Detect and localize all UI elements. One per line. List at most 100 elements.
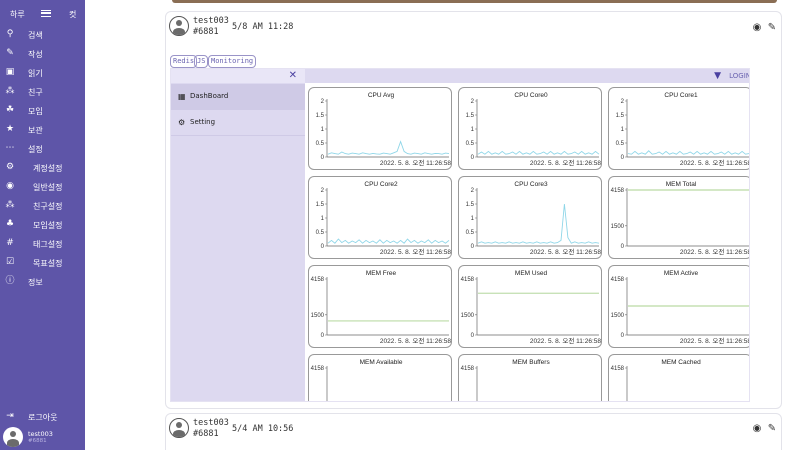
app-root: 하루 컷 ⚲ 검색 ✎ 작성 ▣ 읽기 ⁂ 친구 ☘ 모임 ★ 보관 ⋯ 설정 ⚙ 계정설정 ◉ 일반설정 ⁂ 친구설… [0,0,800,450]
dashboard-sidebar-header: ✕ [171,69,305,83]
sidebar-item-8[interactable]: ◉ 일반설정 [0,178,85,197]
sidebar-home-link[interactable]: 하루 [10,9,25,20]
series-line [327,140,450,155]
chart-svg: CPU Core3 2 1.5 1 0.5 0 2022. 5. 8. 오전 11:26:5… [466,181,601,256]
y-tick-label: 0 [471,155,475,161]
chart-card: MEM Used 4158 1500 0 2022. 5. 8. 오전 11:26:58 [458,265,602,348]
x-axis-timestamp: 2022. 5. 8. 오전 11:26:58 [380,158,451,167]
sidebar-item-6[interactable]: ⋯ 설정 [0,140,85,159]
main-feed: test003 #6881 5/8 AM 11:28 ◉ ✎ Redis JS … [85,0,800,450]
y-tick-label: 0 [621,244,625,250]
y-tick-label: 1.5 [466,113,475,119]
y-tick-label: 0.5 [466,141,475,147]
y-tick-label: 2 [321,99,325,105]
y-tick-label: 0.5 [316,141,325,147]
post-avatar[interactable] [169,16,189,36]
chart-title: MEM Cached [661,359,701,366]
eye-icon[interactable]: ◉ [751,423,763,435]
filter-icon[interactable]: ▼ [714,71,721,81]
previous-post-image-edge [172,0,777,3]
edit-icon[interactable]: ✎ [766,22,778,34]
chart-title: CPU Core1 [664,92,698,99]
y-tick-label: 0 [471,333,475,339]
tag-monitoring[interactable]: Monitoring [208,55,257,68]
post-avatar[interactable] [169,418,189,438]
y-tick-label: 2 [321,188,325,194]
dashboard-topbar: ▼ LOGIN [305,69,749,83]
series-line [627,150,749,155]
post-username[interactable]: test003 [193,418,229,428]
y-tick-label: 0.5 [316,230,325,236]
chart-title: CPU Core0 [514,92,548,99]
chart-svg: MEM Active 4158 1500 0 2022. 5. 8. 오전 11:26:… [611,270,749,345]
login-button[interactable]: LOGIN [729,72,749,80]
sidebar-item-10[interactable]: ♣ 모임설정 [0,216,85,235]
sidebar-item-7[interactable]: ⚙ 계정설정 [0,159,85,178]
y-tick-label: 0 [321,155,325,161]
sidebar-item-13[interactable]: ⓘ 정보 [0,273,85,292]
chart-card: CPU Core0 2 1.5 1 0.5 0 2022. 5. 8. 오전 11:26:5… [458,87,602,170]
y-tick-label: 1 [471,127,475,133]
sidebar-item-5[interactable]: ★ 보관 [0,121,85,140]
chart-card: MEM Buffers 4158 1500 [458,354,602,401]
chart-title: CPU Core3 [514,181,548,188]
chart-card: MEM Cached 4158 1500 [608,354,749,401]
y-tick-label: 2 [471,188,475,194]
post-card: test003 #6881 5/8 AM 11:28 ◉ ✎ Redis JS … [165,11,782,409]
sidebar-item-label: 태그설정 [33,240,63,249]
y-tick-label: 0 [471,244,475,250]
y-tick-label: 0 [621,155,625,161]
checklist-icon: ☑ [5,257,15,267]
y-tick-label: 1500 [611,224,625,230]
sidebar-header: 하루 컷 [0,0,85,28]
account-circle-icon: ◉ [6,181,14,191]
post-username[interactable]: test003 [193,16,229,26]
sidebar-item-label: 친구설정 [33,202,63,211]
embedded-dashboard: ✕ ▦ DashBoard ⚙ Setting ▼ LOGIN CPU Avg 2… [170,68,750,402]
sidebar-item-0[interactable]: ⚲ 검색 [0,26,85,45]
sidebar-user[interactable]: test003 #6881 [0,424,85,450]
x-axis-timestamp: 2022. 5. 8. 오전 11:26:58 [530,336,601,345]
chart-svg: CPU Avg 2 1.5 1 0.5 0 2022. 5. 8. 오전 11:26:58 [316,92,451,167]
y-tick-label: 4158 [611,277,625,283]
sidebar-item-label: 설정 [28,145,43,154]
chart-title: MEM Available [360,359,403,366]
y-tick-label: 1 [621,127,625,133]
x-axis-timestamp: 2022. 5. 8. 오전 11:26:58 [380,247,451,256]
chart-svg: MEM Total 4158 1500 0 2022. 5. 8. 오전 11:26:5… [611,181,749,256]
hash-icon: # [6,238,14,248]
edit-icon[interactable]: ✎ [766,423,778,435]
sidebar-cut-link[interactable]: 컷 [69,9,76,20]
sidebar-item-11[interactable]: # 태그설정 [0,235,85,254]
sidebar-item-4[interactable]: ☘ 모임 [0,102,85,121]
dashboard-nav-label: Setting [190,118,216,126]
sidebar-item-12[interactable]: ☑ 목표설정 [0,254,85,273]
y-tick-label: 0 [321,244,325,250]
info-icon: ⓘ [5,276,15,286]
sidebar-item-3[interactable]: ⁂ 친구 [0,83,85,102]
sidebar-item-label: 검색 [28,31,43,40]
sidebar-item-2[interactable]: ▣ 읽기 [0,64,85,83]
sidebar-item-label: 정보 [28,278,43,287]
y-tick-label: 0.5 [466,230,475,236]
close-icon[interactable]: ✕ [289,70,297,82]
dashboard-nav-setting[interactable]: ⚙ Setting [171,110,305,136]
chart-title: MEM Total [666,181,697,188]
dashboard-nav-dashboard[interactable]: ▦ DashBoard [171,84,305,110]
post-user-id: #6881 [193,27,219,37]
gear-icon: ⚙ [178,118,186,127]
x-axis-timestamp: 2022. 5. 8. 오전 11:26:58 [530,158,601,167]
sidebar-item-label: 읽기 [28,69,43,78]
dashboard-nav-label: DashBoard [190,92,229,100]
eye-icon[interactable]: ◉ [751,22,763,34]
y-tick-label: 0.5 [616,141,625,147]
sidebar-item-9[interactable]: ⁂ 친구설정 [0,197,85,216]
menu-icon[interactable] [41,10,51,17]
logout-icon: ⇥ [6,411,14,421]
chart-card: CPU Core1 2 1.5 1 0.5 0 2022. 5. 8. 오전 11:26:5… [608,87,749,170]
post-card: test003 #6881 5/4 AM 10:56 ◉ ✎ [165,413,782,450]
sidebar-item-1[interactable]: ✎ 작성 [0,45,85,64]
chart-svg: MEM Cached41581500 [611,359,701,401]
sidebar: 하루 컷 ⚲ 검색 ✎ 작성 ▣ 읽기 ⁂ 친구 ☘ 모임 ★ 보관 ⋯ 설정 ⚙ 계정설정 ◉ 일반설정 ⁂ 친구설… [0,0,85,450]
tag-js[interactable]: JS [194,55,209,68]
